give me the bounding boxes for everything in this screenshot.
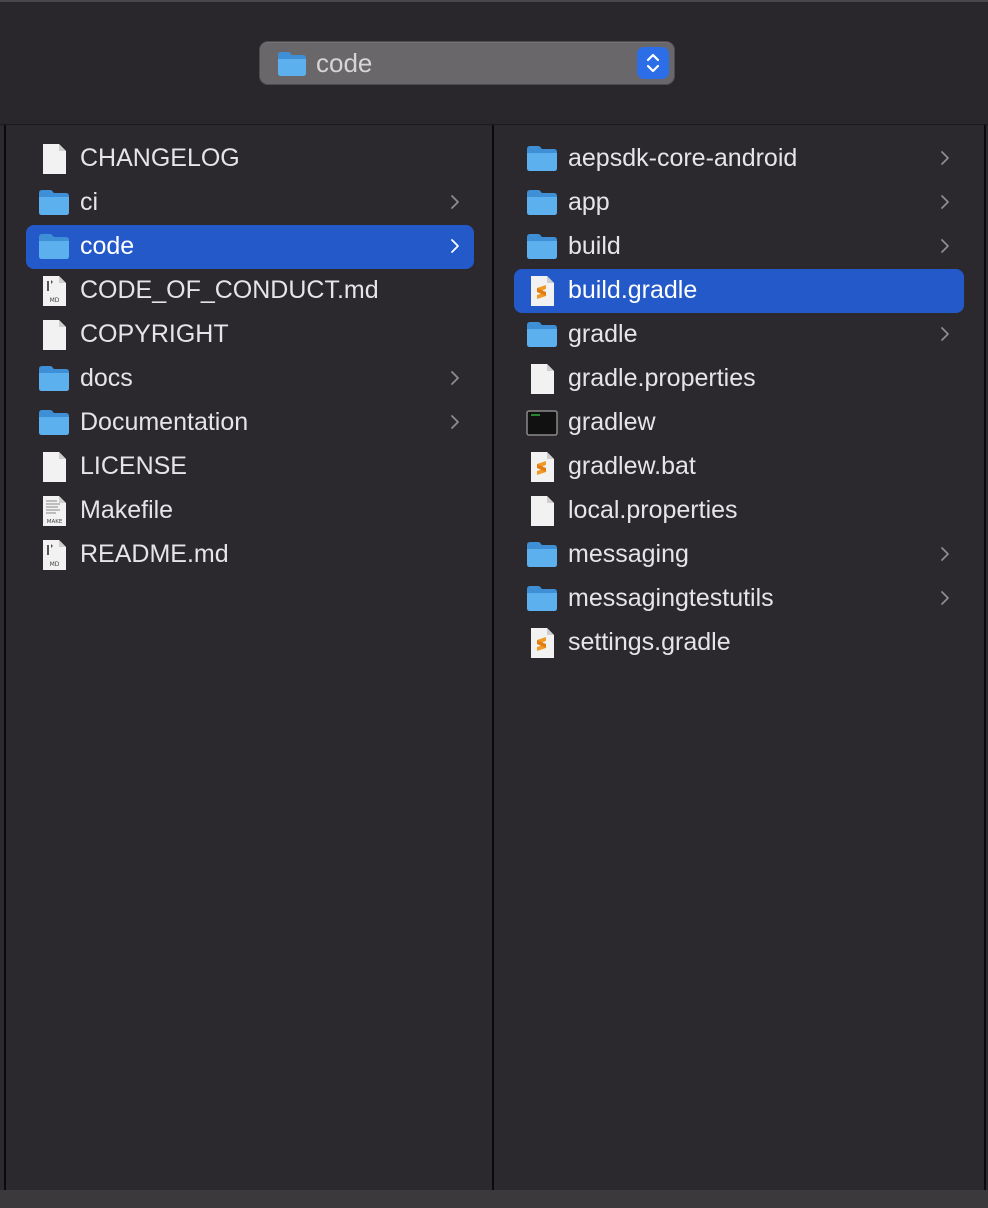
list-item-label: CODE_OF_CONDUCT.md [80, 276, 379, 304]
list-item[interactable]: messagingtestutils [514, 577, 964, 621]
folder-icon [38, 408, 70, 438]
list-item[interactable]: build [514, 225, 964, 269]
list-item-label: LICENSE [80, 452, 187, 480]
chevron-right-icon [940, 237, 950, 255]
list-item-label: ci [80, 188, 99, 216]
list-item-label: build.gradle [568, 276, 698, 304]
folder-icon [526, 584, 558, 614]
list-item[interactable]: docs [26, 357, 474, 401]
chevron-right-icon [940, 589, 950, 607]
folder-icon [526, 232, 558, 262]
markdown-file-icon: MD [38, 276, 70, 306]
list-item-label: docs [80, 364, 133, 392]
list-item[interactable]: ci [26, 181, 474, 225]
chevron-right-icon [450, 413, 460, 431]
list-item[interactable]: MD CODE_OF_CONDUCT.md [26, 269, 474, 313]
list-item[interactable]: gradle.properties [514, 357, 964, 401]
document-icon [38, 452, 70, 482]
list-item-label: CHANGELOG [80, 144, 240, 172]
column-1[interactable]: CHANGELOG ci code MD CODE_OF_CONDUCT.md COPYR… [4, 125, 494, 1191]
list-item[interactable]: COPYRIGHT [26, 313, 474, 357]
gradle-file-icon [526, 628, 558, 658]
gradle-file-icon [526, 276, 558, 306]
list-item-label: messagingtestutils [568, 584, 774, 612]
list-item-label: settings.gradle [568, 628, 731, 656]
list-item-label: build [568, 232, 621, 260]
column-2[interactable]: aepsdk-core-android app build build.gradle g… [496, 125, 986, 1191]
list-item[interactable]: app [514, 181, 964, 225]
folder-icon [277, 51, 307, 82]
chevron-right-icon [450, 193, 460, 211]
list-item[interactable]: gradle [514, 313, 964, 357]
file-badge: MAKE [47, 519, 63, 525]
gradle-file-icon [526, 452, 558, 482]
document-icon [526, 364, 558, 394]
list-item-label: Documentation [80, 408, 249, 436]
terminal-icon [526, 408, 558, 438]
list-item[interactable]: Documentation [26, 401, 474, 445]
folder-icon [526, 144, 558, 174]
list-item-label: gradle.properties [568, 364, 756, 392]
list-item[interactable]: settings.gradle [514, 621, 964, 665]
list-item[interactable]: code [26, 225, 474, 269]
chevron-right-icon [450, 237, 460, 255]
folder-icon [526, 188, 558, 218]
list-item-label: code [80, 232, 135, 260]
list-item[interactable]: local.properties [514, 489, 964, 533]
list-item[interactable]: MD README.md [26, 533, 474, 577]
list-item-label: local.properties [568, 496, 738, 524]
list-item-label: README.md [80, 540, 229, 568]
folder-icon [38, 232, 70, 262]
file-badge: MD [50, 297, 60, 304]
list-item[interactable]: gradlew.bat [514, 445, 964, 489]
list-item[interactable]: messaging [514, 533, 964, 577]
list-item-label: messaging [568, 540, 689, 568]
folder-icon [526, 320, 558, 350]
folder-icon [526, 540, 558, 570]
horizontal-scrollbar[interactable] [0, 1190, 988, 1208]
list-item[interactable]: gradlew [514, 401, 964, 445]
path-popup-label: code [316, 48, 373, 78]
chevron-right-icon [940, 325, 950, 343]
chevron-right-icon [450, 369, 460, 387]
chevron-right-icon [940, 149, 950, 167]
list-item[interactable]: MAKE Makefile [26, 489, 474, 533]
list-item-label: COPYRIGHT [80, 320, 229, 348]
list-item-label: gradlew.bat [568, 452, 696, 480]
path-popup-button[interactable]: code [260, 42, 674, 84]
folder-icon [38, 364, 70, 394]
column-browser: CHANGELOG ci code MD CODE_OF_CONDUCT.md COPYR… [0, 124, 988, 1191]
document-icon [526, 496, 558, 526]
list-item-label: gradlew [568, 408, 656, 436]
file-badge: MD [50, 561, 60, 568]
chevron-right-icon [940, 545, 950, 563]
makefile-icon: MAKE [38, 496, 70, 526]
list-item[interactable]: build.gradle [514, 269, 964, 313]
list-item-label: aepsdk-core-android [568, 144, 798, 172]
folder-icon [38, 188, 70, 218]
finder-window: code CHANGELOG ci code MD CODE_OF_CONDUCT.md… [0, 0, 988, 1208]
document-icon [38, 144, 70, 174]
list-item[interactable]: aepsdk-core-android [514, 137, 964, 181]
list-item[interactable]: CHANGELOG [26, 137, 474, 181]
list-item-label: Makefile [80, 496, 174, 524]
chevron-up-down-icon[interactable] [637, 47, 669, 79]
document-icon [38, 320, 70, 350]
list-item-label: app [568, 188, 610, 216]
markdown-file-icon: MD [38, 540, 70, 570]
chevron-right-icon [940, 193, 950, 211]
list-item-label: gradle [568, 320, 638, 348]
list-item[interactable]: LICENSE [26, 445, 474, 489]
toolbar: code [0, 0, 988, 124]
